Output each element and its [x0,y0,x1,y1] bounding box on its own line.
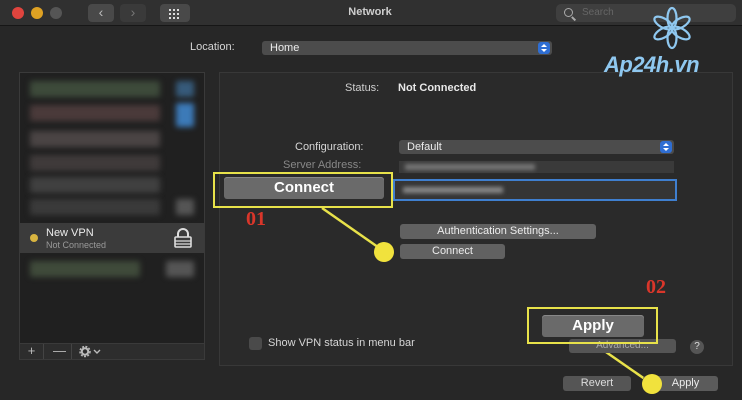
server-address-label: Server Address: [283,159,362,171]
location-value: Home [270,42,300,54]
status-value: Not Connected [398,82,477,94]
connect-callout-button: Connect [224,177,384,199]
show-vpn-status-label: Show VPN status in menu bar [268,337,415,349]
help-button[interactable]: ? [690,340,704,354]
zoom-window-button[interactable] [50,7,62,19]
pointer-dot [374,242,394,262]
location-select[interactable]: Home [262,41,552,55]
chevron-right-icon: › [130,4,136,20]
pointer-dot [642,374,662,394]
server-address-field[interactable] [399,161,674,173]
service-item-blurred[interactable] [176,81,194,97]
chevron-updown-icon [660,141,672,153]
close-window-button[interactable] [12,7,24,19]
revert-button[interactable]: Revert [563,376,631,391]
service-list-sidebar: New VPN Not Connected [19,72,205,344]
show-vpn-status-checkbox[interactable] [249,337,262,350]
configuration-value: Default [407,141,442,153]
configuration-label: Configuration: [295,141,364,153]
vpn-status: Not Connected [46,240,107,250]
account-name-field[interactable] [393,179,677,201]
service-item-blurred[interactable] [176,199,194,215]
service-item-blurred[interactable] [30,261,140,277]
vpn-name: New VPN [46,227,94,239]
connect-button[interactable]: Connect [400,244,505,259]
service-item-blurred[interactable] [30,131,160,147]
authentication-settings-button[interactable]: Authentication Settings... [400,224,596,239]
chevron-updown-icon [538,42,550,54]
add-service-button[interactable]: + [20,344,44,359]
sidebar-item-new-vpn[interactable]: New VPN Not Connected [20,223,204,253]
window-title: Network [348,6,392,18]
sidebar-toolbar: + — [19,344,205,360]
status-dot-icon [30,234,38,242]
service-item-blurred[interactable] [30,177,160,193]
network-preferences-window: ‹ › Network Search Location: Home New VP… [0,0,742,400]
forward-button[interactable]: › [120,4,146,22]
redacted-text [405,164,535,170]
service-item-blurred[interactable] [176,103,194,127]
vpn-lock-icon [174,228,192,248]
apply-callout-button: Apply [542,315,644,337]
gear-menu-icon[interactable] [78,345,104,358]
back-button[interactable]: ‹ [88,4,114,22]
service-item-blurred[interactable] [30,155,160,171]
step-marker-02: 02 [646,276,666,298]
location-label: Location: [190,41,235,53]
service-item-blurred[interactable] [30,105,160,121]
step-marker-01: 01 [246,208,266,230]
show-all-button[interactable] [160,4,190,22]
chevron-left-icon: ‹ [98,4,104,20]
service-item-blurred[interactable] [30,199,160,215]
service-item-blurred[interactable] [30,81,160,97]
minimize-window-button[interactable] [31,7,43,19]
remove-service-button[interactable]: — [48,344,72,359]
ap24h-logo-text: Ap24h.vn [604,52,700,77]
redacted-text [403,187,503,193]
service-item-blurred[interactable] [166,261,194,277]
status-label: Status: [345,82,380,94]
search-icon [564,8,573,17]
configuration-select[interactable]: Default [399,140,674,154]
